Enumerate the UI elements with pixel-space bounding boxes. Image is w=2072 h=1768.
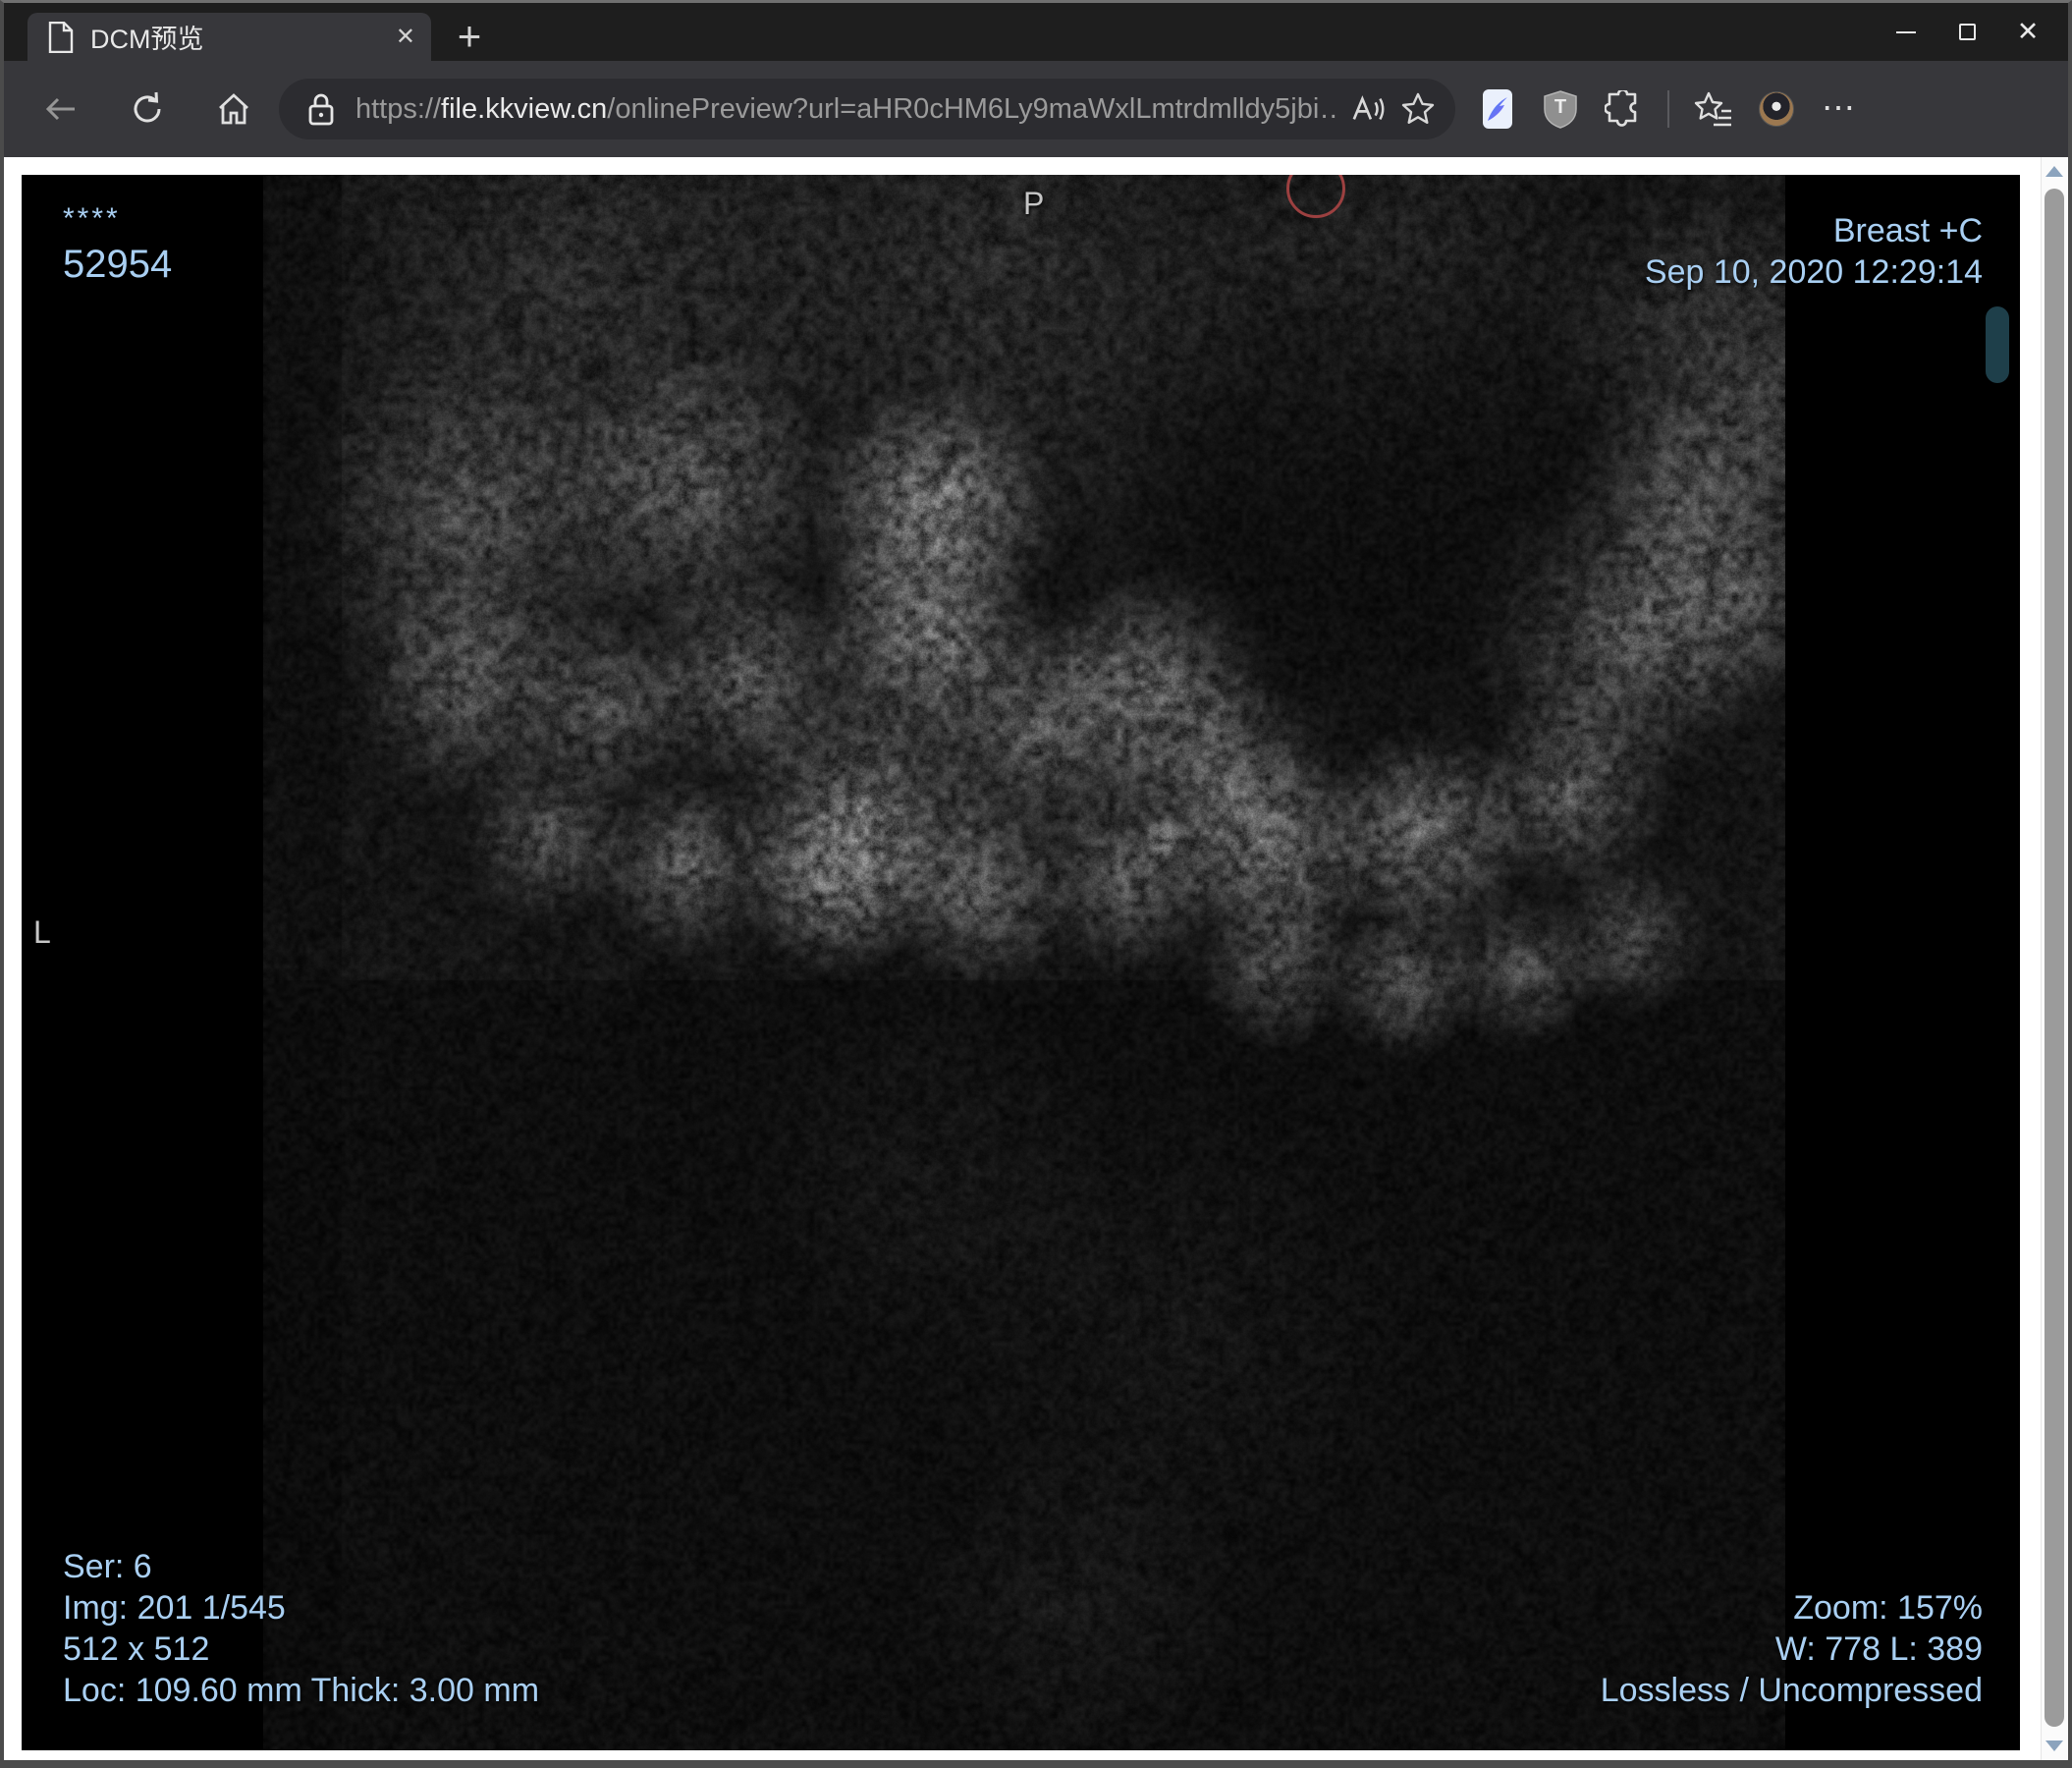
page-scrollbar[interactable] xyxy=(2041,157,2068,1760)
slice-indicator[interactable] xyxy=(1986,306,2009,383)
minimize-button[interactable] xyxy=(1876,5,1936,60)
tab-bar: DCM预览 ✕ + ✕ xyxy=(4,3,2068,61)
window-controls: ✕ xyxy=(1876,3,2058,61)
profile-button[interactable] xyxy=(1758,89,1795,129)
mri-image[interactable] xyxy=(263,175,1785,1750)
back-icon xyxy=(43,91,79,127)
orientation-marker-posterior: P xyxy=(1023,186,1045,221)
scroll-up-icon[interactable] xyxy=(2045,166,2063,177)
url-scheme: https:// xyxy=(355,92,442,125)
collections-button[interactable] xyxy=(1694,89,1733,129)
tampermonkey-extension-button[interactable]: T xyxy=(1542,89,1579,129)
tab-title: DCM预览 xyxy=(90,25,204,54)
tab-dcm-preview[interactable]: DCM预览 ✕ xyxy=(27,13,431,61)
image-matrix: 512 x 512 xyxy=(63,1630,210,1668)
series-number: Ser: 6 xyxy=(63,1548,152,1585)
study-datetime: Sep 10, 2020 12:29:14 xyxy=(1644,253,1983,291)
patient-name-masked: **** xyxy=(63,202,121,235)
minimize-icon xyxy=(1896,30,1916,33)
overlay-bottom-right: Zoom: 157% W: 778 L: 389 Lossless / Unco… xyxy=(1601,1587,1983,1711)
zoom-level: Zoom: 157% xyxy=(1793,1589,1983,1627)
profile-avatar xyxy=(1759,91,1794,127)
thunder-extension-button[interactable] xyxy=(1479,89,1516,129)
overlay-bottom-left: Ser: 6 Img: 201 1/545 512 x 512 Loc: 109… xyxy=(63,1546,539,1711)
collections-icon xyxy=(1694,91,1733,127)
window-level: W: 778 L: 389 xyxy=(1774,1630,1983,1668)
url-host: file.kkview.cn xyxy=(441,92,608,125)
home-icon xyxy=(216,91,251,127)
read-aloud-button[interactable] xyxy=(1351,91,1387,127)
overlay-top-right: Breast +C Sep 10, 2020 12:29:14 xyxy=(1645,210,1983,293)
settings-more-button[interactable]: ⋯ xyxy=(1821,89,1858,129)
orientation-marker-left: L xyxy=(33,914,51,950)
overlay-top-left: **** 52954 xyxy=(63,204,172,287)
tampermonkey-letter: T xyxy=(1554,96,1567,118)
scroll-down-icon[interactable] xyxy=(2045,1740,2063,1751)
extensions-button[interactable] xyxy=(1605,89,1642,129)
more-icon: ⋯ xyxy=(1822,89,1857,128)
lock-icon xyxy=(306,91,336,127)
patient-id: 52954 xyxy=(63,243,173,286)
extensions-row: T ⋯ xyxy=(1479,89,1858,129)
url-path: /onlinePreview?url=aHR0cHM6Ly9maWxlLmtrd… xyxy=(607,92,1337,125)
close-button[interactable]: ✕ xyxy=(1997,5,2058,60)
thunder-extension-icon xyxy=(1483,89,1512,129)
refresh-icon xyxy=(130,91,165,127)
favorite-star-button[interactable] xyxy=(1400,91,1436,127)
browser-toolbar: https://file.kkview.cn/onlinePreview?url… xyxy=(4,61,2068,157)
maximize-button[interactable] xyxy=(1936,5,1997,60)
puzzle-icon xyxy=(1605,90,1642,128)
scrollbar-thumb[interactable] xyxy=(2045,189,2064,1727)
url-text[interactable]: https://file.kkview.cn/onlinePreview?url… xyxy=(355,93,1337,126)
maximize-icon xyxy=(1958,24,1976,40)
image-number: Img: 201 1/545 xyxy=(63,1589,286,1627)
study-description: Breast +C xyxy=(1832,212,1983,249)
compression-info: Lossless / Uncompressed xyxy=(1600,1672,1983,1709)
address-bar[interactable]: https://file.kkview.cn/onlinePreview?url… xyxy=(279,79,1455,139)
document-icon xyxy=(47,21,75,53)
toolbar-separator xyxy=(1667,90,1669,128)
browser-window: DCM预览 ✕ + ✕ https://file.kkview.cn/onlin… xyxy=(0,0,2072,1768)
dicom-viewer[interactable]: **** 52954 Breast +C Sep 10, 2020 12:29:… xyxy=(22,175,2020,1750)
tab-close-icon[interactable]: ✕ xyxy=(396,25,415,49)
refresh-button[interactable] xyxy=(130,91,165,127)
close-icon: ✕ xyxy=(2016,17,2040,46)
web-page: **** 52954 Breast +C Sep 10, 2020 12:29:… xyxy=(4,157,2068,1760)
slice-location: Loc: 109.60 mm Thick: 3.00 mm xyxy=(63,1672,540,1709)
home-button[interactable] xyxy=(216,91,251,127)
back-button[interactable] xyxy=(43,91,79,127)
new-tab-button[interactable]: + xyxy=(448,13,491,59)
